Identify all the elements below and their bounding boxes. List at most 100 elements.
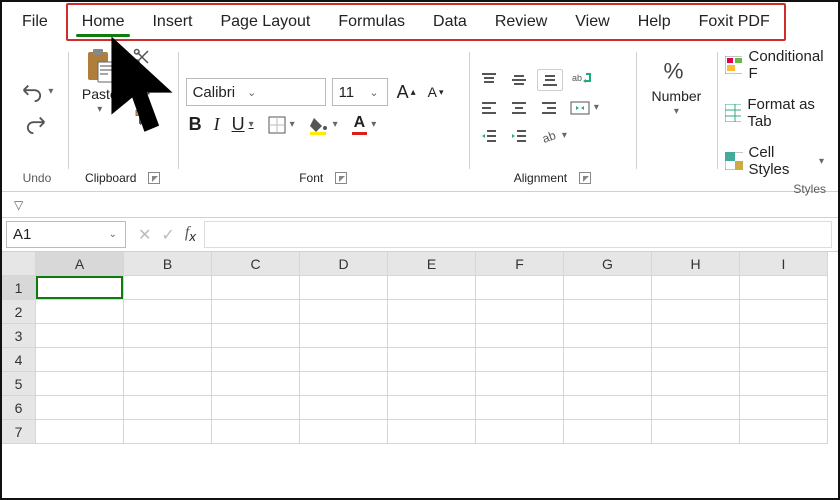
cell[interactable] [476, 348, 564, 372]
cell[interactable] [36, 396, 124, 420]
cell[interactable] [124, 372, 212, 396]
align-right-button[interactable] [537, 97, 561, 119]
select-all-corner[interactable] [2, 252, 36, 276]
cell[interactable] [652, 372, 740, 396]
tab-insert[interactable]: Insert [138, 5, 206, 39]
row-header[interactable]: 3 [2, 324, 36, 348]
insert-function-button[interactable]: fx [185, 224, 196, 244]
align-bottom-button[interactable] [537, 69, 563, 91]
cell[interactable] [212, 348, 300, 372]
column-header[interactable]: B [124, 252, 212, 276]
bold-button[interactable]: B [186, 112, 205, 137]
enter-formula-icon[interactable]: ✓ [161, 225, 174, 245]
cell[interactable] [388, 420, 476, 444]
column-header[interactable]: I [740, 252, 828, 276]
cell[interactable] [388, 300, 476, 324]
align-left-button[interactable] [477, 97, 501, 119]
cell[interactable] [740, 420, 828, 444]
row-header[interactable]: 7 [2, 420, 36, 444]
dialog-launcher-icon[interactable] [579, 172, 591, 184]
row-header[interactable]: 4 [2, 348, 36, 372]
cell[interactable] [476, 324, 564, 348]
align-center-button[interactable] [507, 97, 531, 119]
cell[interactable] [300, 396, 388, 420]
cell[interactable] [212, 324, 300, 348]
tab-file[interactable]: File [8, 5, 62, 39]
cell[interactable] [652, 324, 740, 348]
cell[interactable] [740, 348, 828, 372]
paste-button[interactable]: Paste ▾ [76, 46, 124, 117]
formula-input[interactable] [204, 221, 832, 248]
cell[interactable] [740, 324, 828, 348]
cell[interactable] [388, 372, 476, 396]
worksheet-grid[interactable]: A B C D E F G H I 1 2 3 4 5 6 7 [2, 252, 838, 444]
cell[interactable] [564, 276, 652, 300]
font-color-button[interactable]: A▾ [349, 112, 382, 137]
cell[interactable] [212, 276, 300, 300]
tab-help[interactable]: Help [624, 5, 685, 39]
cell[interactable] [652, 420, 740, 444]
cell[interactable] [652, 300, 740, 324]
cell[interactable] [476, 396, 564, 420]
cell[interactable] [740, 396, 828, 420]
tab-data[interactable]: Data [419, 5, 481, 39]
wrap-text-button[interactable]: ab [569, 69, 595, 91]
align-top-button[interactable] [477, 69, 501, 91]
column-header[interactable]: A [36, 252, 124, 276]
tab-view[interactable]: View [561, 5, 623, 39]
merge-center-button[interactable]: ▾ [567, 97, 604, 119]
cell[interactable] [36, 324, 124, 348]
cell[interactable] [124, 324, 212, 348]
chevron-down-icon[interactable]: ▾ [672, 106, 681, 117]
cell[interactable] [476, 276, 564, 300]
cell[interactable] [36, 372, 124, 396]
cell[interactable] [564, 420, 652, 444]
cell[interactable] [300, 372, 388, 396]
cell[interactable] [212, 420, 300, 444]
cell[interactable] [212, 300, 300, 324]
cell-styles-button[interactable]: Cell Styles ▾ [725, 142, 826, 180]
underline-button[interactable]: U▾ [229, 112, 259, 137]
cell[interactable] [740, 276, 828, 300]
cell[interactable] [124, 420, 212, 444]
cell[interactable] [212, 396, 300, 420]
dialog-launcher-icon[interactable] [335, 172, 347, 184]
column-header[interactable]: G [564, 252, 652, 276]
increase-font-size-button[interactable]: A▴ [394, 80, 419, 105]
decrease-font-size-button[interactable]: A▾ [425, 82, 447, 102]
cell[interactable] [652, 348, 740, 372]
cell[interactable] [652, 396, 740, 420]
tab-formulas[interactable]: Formulas [324, 5, 419, 39]
cell[interactable] [564, 300, 652, 324]
column-header[interactable]: F [476, 252, 564, 276]
cut-button[interactable] [130, 46, 170, 68]
cell[interactable] [124, 300, 212, 324]
cell[interactable] [300, 348, 388, 372]
cell[interactable] [564, 372, 652, 396]
cell[interactable] [476, 372, 564, 396]
cell[interactable] [388, 324, 476, 348]
cell[interactable] [300, 276, 388, 300]
row-header[interactable]: 6 [2, 396, 36, 420]
cell[interactable] [476, 420, 564, 444]
cell[interactable] [388, 276, 476, 300]
cell[interactable] [740, 372, 828, 396]
column-header[interactable]: E [388, 252, 476, 276]
undo-button[interactable]: ▾ [15, 79, 58, 105]
decrease-indent-button[interactable] [477, 125, 501, 147]
cell[interactable] [300, 420, 388, 444]
cell[interactable] [124, 348, 212, 372]
qat-customize-icon[interactable]: ▽ [12, 198, 25, 212]
cell[interactable] [300, 300, 388, 324]
row-header[interactable]: 1 [2, 276, 36, 300]
tab-foxit-pdf[interactable]: Foxit PDF [685, 5, 784, 39]
cell[interactable] [124, 396, 212, 420]
conditional-formatting-button[interactable]: Conditional F [725, 46, 826, 84]
cell[interactable] [564, 396, 652, 420]
cell[interactable] [388, 348, 476, 372]
cell[interactable] [36, 300, 124, 324]
increase-indent-button[interactable] [507, 125, 531, 147]
cell[interactable] [564, 324, 652, 348]
font-name-select[interactable]: Calibri⌄ [186, 78, 326, 106]
tab-home[interactable]: Home [68, 5, 139, 39]
